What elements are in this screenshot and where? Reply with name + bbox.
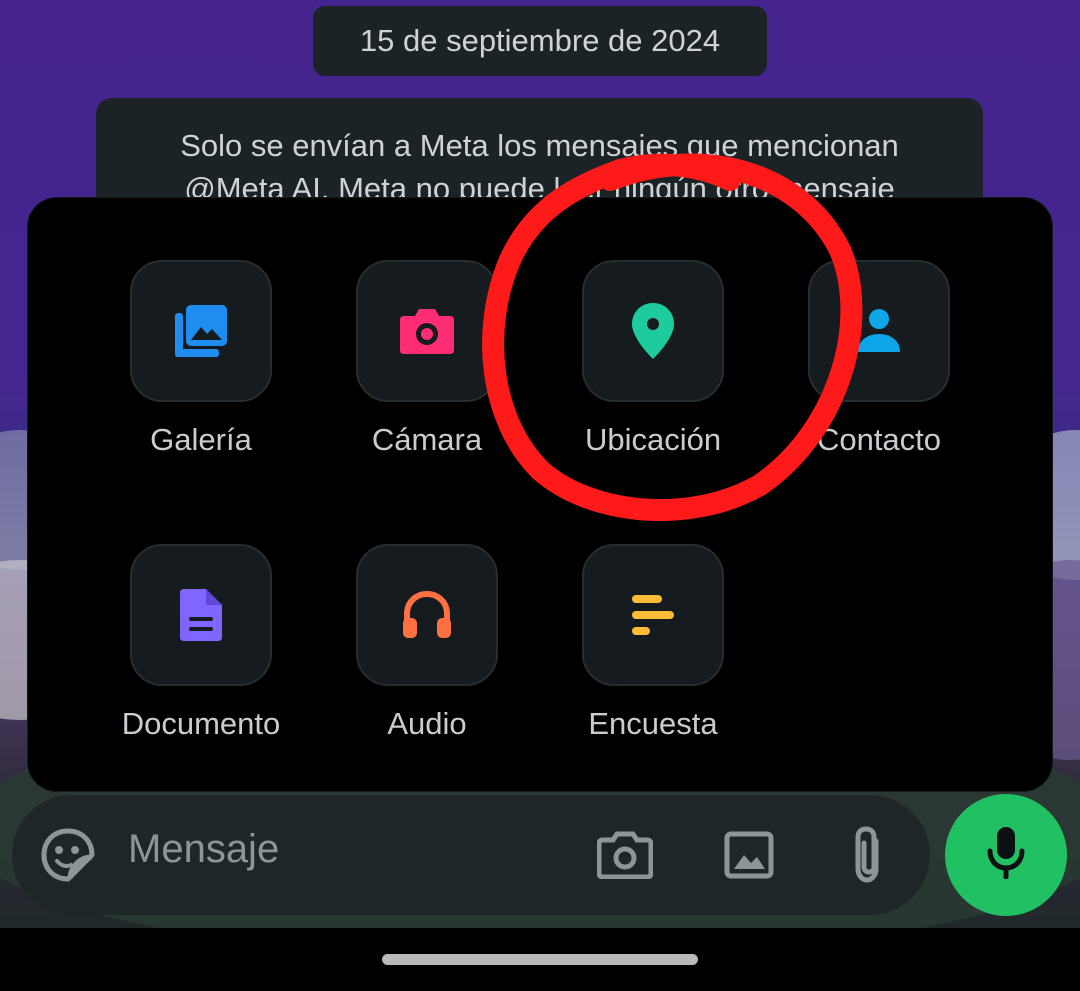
gallery-label: Galería [150, 422, 252, 457]
attachment-menu: Galería Cámara Ubicación Contacto Docume… [27, 197, 1053, 792]
home-indicator[interactable] [382, 954, 698, 965]
camera-icon [398, 307, 456, 355]
sticker-icon[interactable] [40, 827, 96, 888]
message-input[interactable]: Mensaje [128, 827, 279, 872]
audio-label: Audio [387, 706, 467, 741]
document-button[interactable] [130, 544, 272, 686]
contact-icon [855, 308, 903, 354]
voice-message-button[interactable] [945, 794, 1067, 916]
notice-line-1: Solo se envían a Meta los mensajes que m… [180, 128, 899, 163]
document-icon [178, 587, 224, 643]
message-composer: Mensaje [12, 795, 930, 915]
image-icon[interactable] [724, 831, 774, 884]
location-label: Ubicación [584, 422, 722, 457]
contact-label: Contacto [816, 422, 942, 457]
microphone-icon [986, 825, 1026, 886]
document-label: Documento [121, 706, 281, 741]
camera-icon[interactable] [596, 831, 654, 884]
poll-label: Encuesta [588, 706, 718, 741]
headphones-icon [401, 590, 453, 640]
contact-button[interactable] [808, 260, 950, 402]
gallery-icon [173, 303, 229, 359]
camera-button[interactable] [356, 260, 498, 402]
date-separator: 15 de septiembre de 2024 [313, 6, 767, 76]
location-pin-icon [630, 301, 676, 361]
audio-button[interactable] [356, 544, 498, 686]
camera-label: Cámara [371, 422, 483, 457]
location-button[interactable] [582, 260, 724, 402]
poll-icon [630, 593, 676, 637]
paperclip-icon[interactable] [850, 825, 886, 890]
gallery-button[interactable] [130, 260, 272, 402]
poll-button[interactable] [582, 544, 724, 686]
